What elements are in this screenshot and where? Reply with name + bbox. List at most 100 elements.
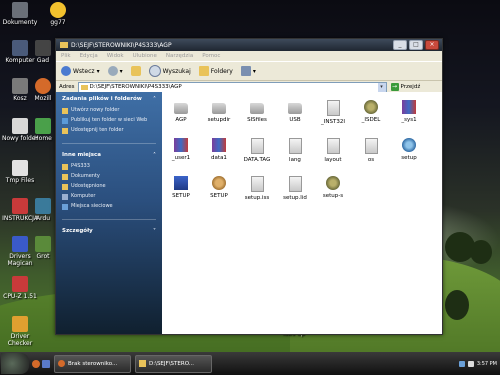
document-icon [288,138,302,154]
task-share-folder[interactable]: Udostępnij ten folder [62,127,156,134]
go-button[interactable]: → Przejdź [390,83,420,91]
setup-gear-icon [402,138,416,152]
file-item[interactable]: _INST32I [316,100,350,125]
file-item[interactable]: USB [278,100,312,123]
folder-icon [80,84,88,90]
file-list: AGP setupdir SISfiles USB _INST32I _ISDE… [162,92,442,334]
file-item[interactable]: SETUP [202,176,236,199]
views-icon [240,66,251,76]
start-button[interactable] [1,353,29,374]
file-item[interactable]: DATA.TAG [240,138,274,163]
menu-edycja[interactable]: Edycja [80,53,98,59]
desktop-icon-gg[interactable]: gg77 [38,2,78,26]
volume-tray-icon[interactable] [467,360,474,367]
clock[interactable]: 3:57 PM [477,361,497,367]
taskbar: Brak sterowniko... D:\SEJF\STERO... 3:57… [0,352,500,375]
chevron-down-icon: ▾ [96,67,100,75]
installer-icon [364,100,378,114]
quick-launch [32,359,50,368]
desktop-icon-mozilla[interactable]: Mozill [30,78,56,102]
menu-ulubione[interactable]: Ulubione [133,53,157,59]
chevron-down-icon: ▾ [252,67,256,75]
recycle-bin-icon [12,78,28,94]
file-item[interactable]: setup.iss [240,176,274,201]
driver-icon [12,236,28,252]
document-icon [288,176,302,192]
chevron-up-icon: ˄ [153,96,156,103]
menu-widok[interactable]: Widok [107,53,124,59]
place-udostepnione[interactable]: Udostępnione [62,183,156,190]
search-button[interactable]: Wyszukaj [148,65,191,77]
forward-button[interactable]: ▾ [107,66,123,76]
file-item[interactable]: data1 [202,138,236,161]
file-tasks-header[interactable]: Zadania plików i folderów ˄ [62,96,156,103]
firefox-icon[interactable] [32,359,40,368]
desktop-icon-driver-checker[interactable]: Driver Checker [0,316,40,347]
menu-plik[interactable]: Plik [61,53,71,59]
back-button[interactable]: Wstecz ▾ [61,66,100,76]
details-header[interactable]: Szczegóły ˅ [62,228,156,235]
file-item[interactable]: setup-s [316,176,350,199]
folder-icon [62,164,68,170]
documents-icon [62,174,68,180]
show-desktop-icon[interactable] [42,359,50,368]
computer-icon [62,194,68,200]
file-item[interactable]: _user1 [164,138,198,161]
place-p4s333[interactable]: P4S333 [62,163,156,170]
share-folder-icon [62,128,68,134]
desktop-icon-ardu[interactable]: Ardu [30,198,56,222]
desktop-icon-gad[interactable]: Gad [30,40,56,64]
taskbar-item-browser[interactable]: Brak sterowniko... [54,354,131,373]
file-item[interactable]: SISfiles [240,100,274,123]
title-bar[interactable]: D:\SEJF\STEROWNIKI\P4S333\AGP _ □ × [56,39,442,51]
file-item[interactable]: setupdir [202,100,236,123]
file-item[interactable]: setup [392,138,426,161]
folder-icon [174,103,188,114]
place-dokumenty[interactable]: Dokumenty [62,173,156,180]
close-button[interactable]: × [425,40,439,50]
folder-icon [212,103,226,114]
app-icon [35,236,51,252]
desktop-icon-home[interactable]: Home [30,118,56,142]
file-item[interactable]: _ISDEL [354,100,388,123]
menu-narzedzia[interactable]: Narzędzia [166,53,193,59]
file-item[interactable]: os [354,138,388,163]
chevron-up-icon: ˄ [153,152,156,159]
minimize-button[interactable]: _ [393,40,407,50]
address-dropdown-button[interactable]: ▾ [377,82,386,92]
desktop-icon-tmp-files[interactable]: Tmp Files [0,160,40,184]
publish-web-icon [62,118,68,124]
desktop-icon-cpu-z[interactable]: CPU-Z 1.51 [0,276,40,300]
up-folder-button[interactable] [130,66,141,76]
file-item[interactable]: layout [316,138,350,163]
file-item[interactable]: _sys1 [392,100,426,123]
views-button[interactable]: ▾ [240,66,256,76]
task-publish-web[interactable]: Publikuj ten folder w sieci Web [62,117,156,124]
network-icon [62,204,68,210]
home-icon [35,118,51,134]
network-tray-icon[interactable] [458,360,465,367]
desktop-icon-grot[interactable]: Grot [30,236,56,260]
divider [62,219,156,220]
taskbar-item-explorer[interactable]: D:\SEJF\STERO... [135,354,212,373]
menu-pomoc[interactable]: Pomoc [202,53,220,59]
app-icon [35,198,51,214]
address-input[interactable]: D:\SEJF\STEROWNIKI\P4S333\AGP ▾ [77,81,387,93]
skull-icon [35,40,51,56]
desktop-icon-dokumenty[interactable]: Dokumenty [0,2,40,26]
archive-icon [174,138,188,152]
file-item[interactable]: setup.lid [278,176,312,201]
explorer-window[interactable]: D:\SEJF\STEROWNIKI\P4S333\AGP _ □ × Plik… [55,38,443,335]
file-item[interactable]: SETUP [164,176,198,199]
search-icon [148,65,161,77]
driver-checker-icon [12,316,28,332]
place-komputer[interactable]: Komputer [62,193,156,200]
place-miejsca-sieciowe[interactable]: Miejsca sieciowe [62,203,156,210]
system-tray: 3:57 PM [458,360,500,367]
maximize-button[interactable]: □ [409,40,423,50]
other-places-header[interactable]: Inne miejsca ˄ [62,152,156,159]
folders-button[interactable]: Foldery [198,66,233,76]
task-new-folder[interactable]: Utwórz nowy folder [62,107,156,114]
file-item[interactable]: AGP [164,100,198,123]
file-item[interactable]: lang [278,138,312,163]
